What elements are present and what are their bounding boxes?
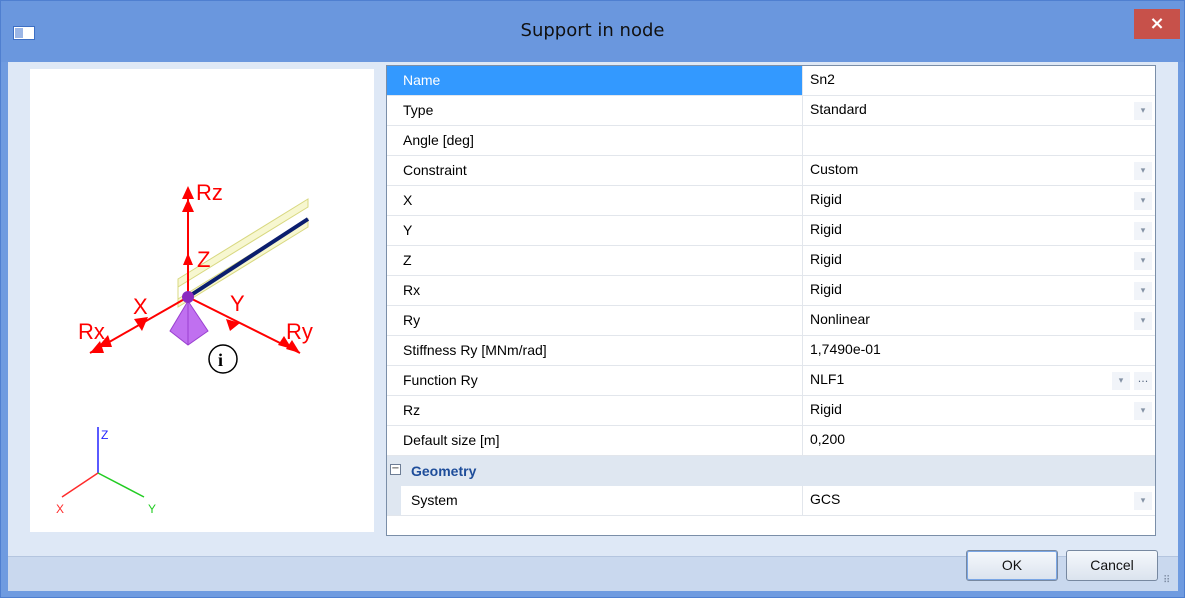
y-arrow-head: [226, 319, 240, 331]
prop-label: Name: [387, 66, 803, 95]
prop-row-type[interactable]: Type Standard ▾: [387, 96, 1155, 126]
prop-value-ry[interactable]: Nonlinear: [805, 306, 1155, 335]
prop-value-function-ry[interactable]: NLF1: [805, 366, 1155, 395]
x-arrow-head: [134, 317, 148, 331]
info-icon-label: i: [218, 350, 223, 370]
prop-value-constraint[interactable]: Custom: [805, 156, 1155, 185]
prop-label: Stiffness Ry [MNm/rad]: [387, 336, 803, 365]
prop-row-name[interactable]: Name Sn2: [387, 66, 1155, 96]
label-rz: Rz: [196, 180, 223, 205]
support-diagram: Rz Z X Rx Y Ry i Z X Y: [56, 180, 313, 516]
prop-label: Y: [387, 216, 803, 245]
node-point: [182, 291, 194, 303]
prop-row-function-ry[interactable]: Function Ry NLF1 ▾ ...: [387, 366, 1155, 396]
group-geometry[interactable]: − Geometry: [387, 456, 1155, 486]
prop-label: Rz: [387, 396, 803, 425]
prop-value-rx[interactable]: Rigid: [805, 276, 1155, 305]
prop-label: Type: [387, 96, 803, 125]
prop-row-stiffness-ry[interactable]: Stiffness Ry [MNm/rad] 1,7490e-01: [387, 336, 1155, 366]
chevron-down-icon[interactable]: ▾: [1134, 222, 1152, 240]
collapse-toggle-icon[interactable]: −: [390, 464, 401, 475]
chevron-down-icon[interactable]: ▾: [1134, 312, 1152, 330]
label-z: Z: [197, 247, 210, 272]
axis-x-line: [61, 472, 99, 498]
chevron-down-icon[interactable]: ▾: [1134, 162, 1152, 180]
prop-label: Function Ry: [387, 366, 803, 395]
prop-value-type[interactable]: Standard: [805, 96, 1155, 125]
prop-row-y[interactable]: Y Rigid ▾: [387, 216, 1155, 246]
axis-x-label: X: [56, 502, 64, 516]
prop-row-constraint[interactable]: Constraint Custom ▾: [387, 156, 1155, 186]
prop-row-default-size[interactable]: Default size [m] 0,200: [387, 426, 1155, 456]
chevron-down-icon[interactable]: ▾: [1134, 492, 1152, 510]
label-y: Y: [230, 291, 245, 316]
rz-arrow-head: [182, 186, 194, 199]
chevron-down-icon[interactable]: ▾: [1112, 372, 1130, 390]
prop-label: Constraint: [387, 156, 803, 185]
prop-label: System: [401, 486, 803, 515]
dialog-title: Support in node: [520, 20, 665, 41]
axis-y-label: Y: [148, 502, 156, 516]
chevron-down-icon[interactable]: ▾: [1134, 102, 1152, 120]
support-pyramid: [169, 300, 209, 346]
label-ry: Ry: [286, 319, 313, 344]
prop-value-system[interactable]: GCS: [805, 486, 1155, 515]
prop-label: Default size [m]: [387, 426, 803, 455]
rz-arrow-head-2: [182, 199, 194, 212]
support-preview: Rz Z X Rx Y Ry i Z X Y: [30, 69, 374, 532]
prop-value-angle[interactable]: [805, 126, 1155, 155]
group-indent: [387, 486, 401, 515]
beam-top-flange: [177, 198, 309, 288]
label-rx: Rx: [78, 319, 105, 344]
chevron-down-icon[interactable]: ▾: [1134, 282, 1152, 300]
dialog-body: Rz Z X Rx Y Ry i Z X Y Name Sn2 Type Sta…: [8, 62, 1178, 591]
ok-button[interactable]: OK: [966, 550, 1058, 581]
ellipsis-button[interactable]: ...: [1134, 372, 1152, 390]
prop-label: Z: [387, 246, 803, 275]
prop-value-z[interactable]: Rigid: [805, 246, 1155, 275]
prop-row-rz[interactable]: Rz Rigid ▾: [387, 396, 1155, 426]
z-arrow-head: [183, 253, 193, 265]
prop-row-rx[interactable]: Rx Rigid ▾: [387, 276, 1155, 306]
cancel-button[interactable]: Cancel: [1066, 550, 1158, 581]
close-button[interactable]: ×: [1134, 9, 1180, 39]
chevron-down-icon[interactable]: ▾: [1134, 252, 1152, 270]
axis-y-line: [97, 472, 145, 498]
dialog-window: Support in node × Rz Z X Rx Y Ry i Z X Y…: [0, 0, 1185, 598]
chevron-down-icon[interactable]: ▾: [1134, 402, 1152, 420]
prop-label: Rx: [387, 276, 803, 305]
resize-grip-icon[interactable]: ⠿: [1163, 576, 1175, 588]
prop-row-z[interactable]: Z Rigid ▾: [387, 246, 1155, 276]
prop-label: Ry: [387, 306, 803, 335]
prop-value-x[interactable]: Rigid: [805, 186, 1155, 215]
prop-value-stiffness-ry[interactable]: 1,7490e-01: [805, 336, 1155, 365]
prop-row-angle[interactable]: Angle [deg]: [387, 126, 1155, 156]
prop-value-name[interactable]: Sn2: [805, 66, 1155, 95]
prop-row-x[interactable]: X Rigid ▾: [387, 186, 1155, 216]
prop-value-rz[interactable]: Rigid: [805, 396, 1155, 425]
prop-row-system[interactable]: System GCS ▾: [387, 486, 1155, 516]
prop-label: X: [387, 186, 803, 215]
title-bar[interactable]: Support in node ×: [1, 1, 1184, 62]
label-x: X: [133, 294, 148, 319]
group-label: Geometry: [411, 463, 477, 479]
property-grid: Name Sn2 Type Standard ▾ Angle [deg] Con…: [386, 65, 1156, 536]
prop-value-default-size[interactable]: 0,200: [805, 426, 1155, 455]
chevron-down-icon[interactable]: ▾: [1134, 192, 1152, 210]
prop-row-ry[interactable]: Ry Nonlinear ▾: [387, 306, 1155, 336]
axis-z-label: Z: [101, 428, 108, 442]
prop-label: Angle [deg]: [387, 126, 803, 155]
prop-value-y[interactable]: Rigid: [805, 216, 1155, 245]
